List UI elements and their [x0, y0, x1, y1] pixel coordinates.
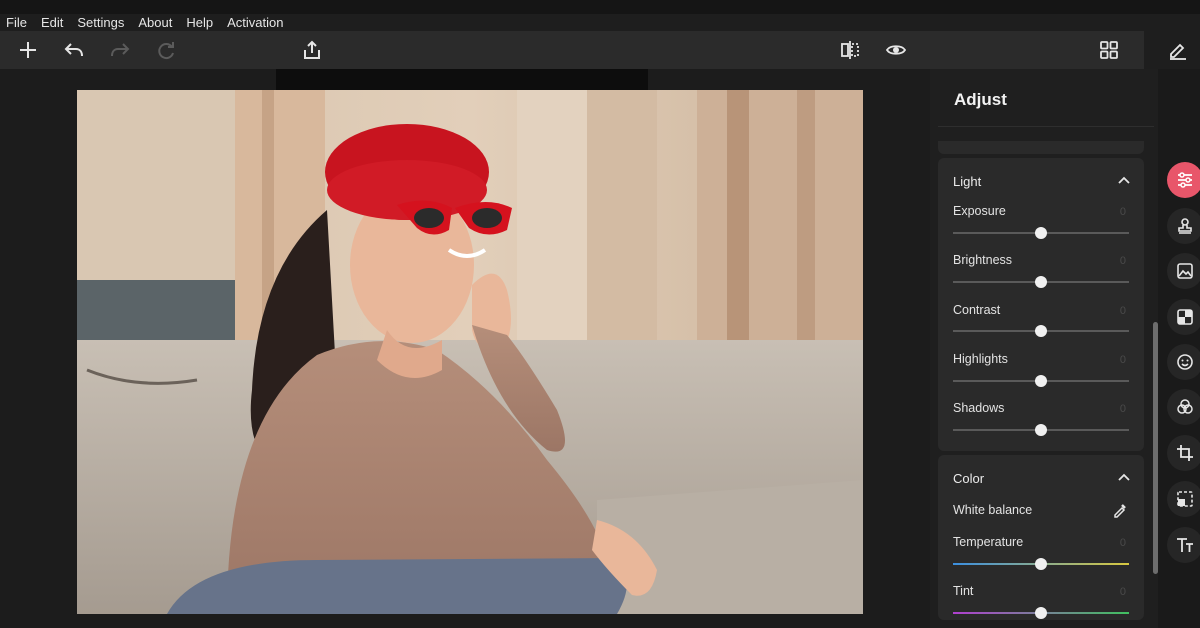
menu-bar: File Edit Settings About Help Activation: [0, 0, 1200, 31]
slider-knob[interactable]: [1035, 424, 1047, 436]
contrast-value: 0: [1119, 305, 1126, 317]
brightness-value: 0: [1119, 255, 1126, 267]
grid-icon[interactable]: [1091, 31, 1127, 69]
exposure-value: 0: [1119, 206, 1126, 218]
temperature-slider[interactable]: [953, 558, 1129, 570]
edit-pen-icon[interactable]: [1160, 31, 1196, 69]
color-card: Color White balance Temperature 0 Tint 0: [938, 455, 1144, 620]
image-icon[interactable]: [1167, 253, 1200, 289]
exposure-label: Exposure: [953, 204, 1006, 218]
contrast-label: Contrast: [953, 303, 1001, 317]
menu-help[interactable]: Help: [186, 14, 213, 31]
undo-icon[interactable]: [56, 31, 92, 69]
shadows-label: Shadows: [953, 401, 1005, 415]
add-icon[interactable]: [10, 31, 46, 69]
color-circles-icon[interactable]: [1167, 389, 1200, 425]
tint-value: 0: [1119, 586, 1126, 598]
reset-icon[interactable]: [148, 31, 184, 69]
chevron-up-icon[interactable]: [1118, 473, 1130, 481]
preview-eye-icon[interactable]: [878, 31, 914, 69]
menu-settings[interactable]: Settings: [77, 14, 124, 31]
light-card: Light Exposure 0 Brightness 0 Contrast 0…: [938, 158, 1144, 451]
highlights-value: 0: [1119, 354, 1126, 366]
tint-label: Tint: [953, 584, 974, 598]
compare-icon[interactable]: [832, 31, 868, 69]
redo-icon[interactable]: [102, 31, 138, 69]
emoji-icon[interactable]: [1167, 344, 1200, 380]
edited-photo[interactable]: [77, 90, 863, 614]
canvas-bottom: [0, 614, 930, 628]
panel-divider: [938, 126, 1154, 127]
text-icon[interactable]: [1167, 527, 1200, 563]
light-heading[interactable]: Light: [953, 174, 981, 189]
highlights-slider[interactable]: [953, 375, 1129, 387]
stamp-icon[interactable]: [1167, 208, 1200, 244]
collapsed-card: [938, 141, 1144, 154]
eyedropper-icon[interactable]: [1112, 502, 1128, 518]
toolbar: [0, 31, 1144, 69]
crop-icon[interactable]: [1167, 435, 1200, 471]
color-heading[interactable]: Color: [953, 471, 984, 486]
slider-knob[interactable]: [1035, 375, 1047, 387]
edit-strip: [1144, 31, 1200, 69]
slider-knob[interactable]: [1035, 607, 1047, 619]
adjust-sliders-icon[interactable]: [1167, 162, 1200, 198]
chevron-up-icon[interactable]: [1118, 176, 1130, 184]
share-icon[interactable]: [294, 31, 330, 69]
canvas-strip: [276, 69, 648, 90]
menu-edit[interactable]: Edit: [41, 14, 63, 31]
slider-knob[interactable]: [1035, 276, 1047, 288]
slider-knob[interactable]: [1035, 325, 1047, 337]
shadows-slider[interactable]: [953, 424, 1129, 436]
panel-title: Adjust: [954, 90, 1007, 109]
white-balance-label: White balance: [953, 503, 1033, 517]
transform-icon[interactable]: [1167, 481, 1200, 517]
exposure-slider[interactable]: [953, 227, 1129, 239]
highlights-label: Highlights: [953, 352, 1008, 366]
tint-slider[interactable]: [953, 607, 1129, 619]
menu-about[interactable]: About: [138, 14, 172, 31]
checker-icon[interactable]: [1167, 299, 1200, 335]
temperature-value: 0: [1119, 537, 1126, 549]
shadows-value: 0: [1119, 403, 1126, 415]
menu-activation[interactable]: Activation: [227, 14, 283, 31]
menu-file[interactable]: File: [6, 14, 27, 31]
brightness-slider[interactable]: [953, 276, 1129, 288]
brightness-label: Brightness: [953, 253, 1013, 267]
menu-items: File Edit Settings About Help Activation: [6, 14, 283, 31]
slider-knob[interactable]: [1035, 227, 1047, 239]
contrast-slider[interactable]: [953, 325, 1129, 337]
temperature-label: Temperature: [953, 535, 1024, 549]
slider-knob[interactable]: [1035, 558, 1047, 570]
